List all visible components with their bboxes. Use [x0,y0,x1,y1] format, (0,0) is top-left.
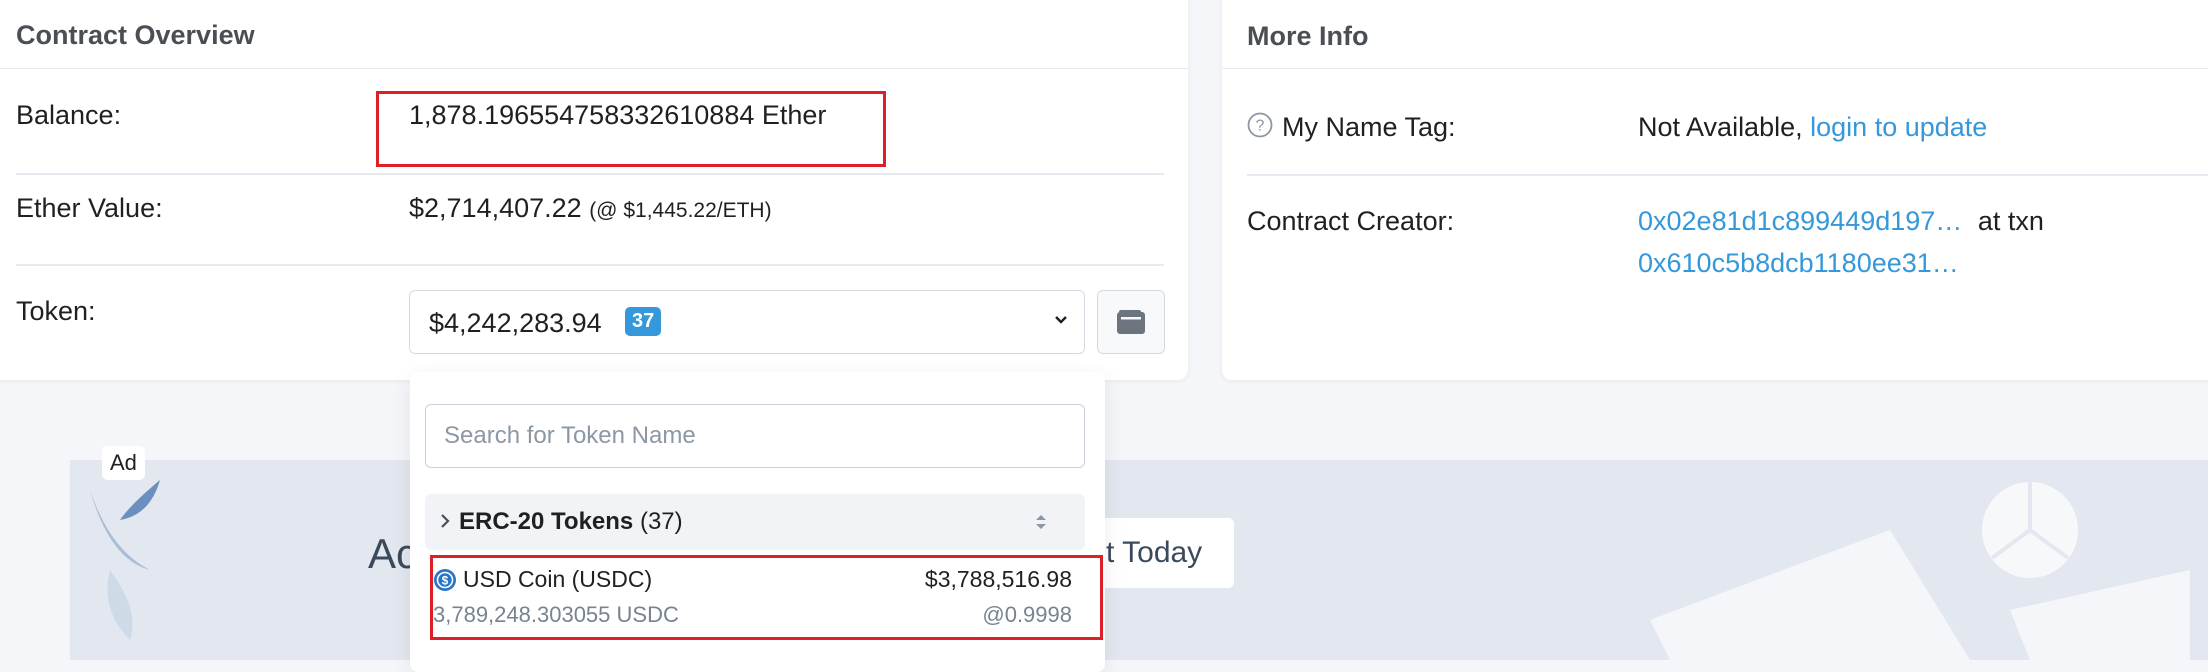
svg-text:?: ? [1256,118,1265,135]
ether-value-label: Ether Value: [16,193,163,223]
creator-address-link[interactable]: 0x02e81d1c899449d197… [1638,206,1962,236]
view-token-holdings-button[interactable] [1097,290,1165,354]
sort-icon[interactable] [1033,510,1049,539]
divider [1247,174,2208,176]
name-tag-text: Not Available, [1638,112,1803,142]
divider [16,264,1164,266]
card-title: Contract Overview [16,20,255,50]
erc20-tokens-group-header[interactable]: ERC-20 Tokens (37) [425,494,1085,550]
name-tag-label: My Name Tag: [1282,112,1456,142]
creator-txn: 0x610c5b8dcb1180ee31… [1638,248,1959,279]
login-to-update-link[interactable]: login to update [1810,112,1987,142]
more-info-card: More Info ? My Name Tag: Not Available, … [1222,0,2208,380]
token-item-highlight-box [430,555,1103,640]
ether-price: (@ $1,445.22/ETH) [589,199,772,222]
card-title: More Info [1247,21,1369,51]
token-label: Token: [16,296,96,326]
card-header: More Info [1222,0,2208,69]
chevron-down-icon [1052,311,1070,334]
token-total-value: $4,242,283.94 [429,308,602,338]
creator-at-text: at txn [1977,206,2044,236]
balance-highlight-box [376,91,886,167]
wallet-icon [1116,309,1146,340]
ether-value-amount: $2,714,407.22 [409,193,582,223]
creator-txn-link[interactable]: 0x610c5b8dcb1180ee31… [1638,248,1959,278]
token-count-badge: 37 [625,307,662,336]
question-circle-icon[interactable]: ? [1247,112,1273,143]
divider [16,173,1164,175]
erc20-group-count: (37) [639,508,683,535]
ad-envelope-decoration [1650,482,2190,660]
ether-value: $2,714,407.22 (@ $1,445.22/ETH) [409,193,772,224]
erc20-group-label: ERC-20 Tokens (37) [459,508,683,536]
ad-label: Ad [102,446,145,480]
token-holdings-select[interactable]: $4,242,283.94 37 [409,290,1085,354]
contract-creator-value: 0x02e81d1c899449d197… at txn [1638,206,2044,237]
card-header: Contract Overview [0,0,1188,69]
contract-creator-label: Contract Creator: [1247,206,1455,236]
token-search-input[interactable] [425,404,1085,468]
name-tag-value: Not Available, login to update [1638,112,1987,143]
erc20-group-name: ERC-20 Tokens [459,508,634,535]
balance-label: Balance: [16,100,122,130]
chevron-right-icon [439,512,451,535]
ad-logo-decoration [90,480,160,640]
